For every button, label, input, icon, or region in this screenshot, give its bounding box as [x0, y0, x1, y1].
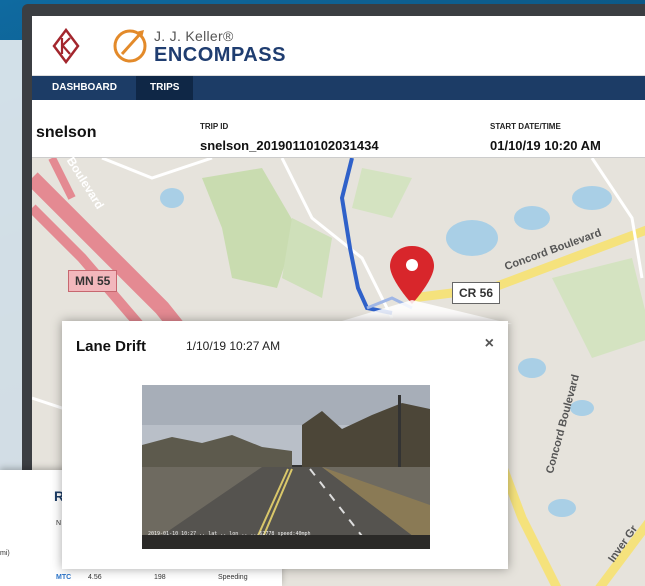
lake: [446, 220, 498, 256]
map-label-mn55: MN 55: [68, 270, 118, 292]
driver-name: snelson: [36, 124, 97, 141]
park-area: [352, 168, 412, 218]
brand-name: ENCOMPASS: [154, 44, 286, 66]
tab-trips[interactable]: TRIPS: [136, 76, 194, 100]
report-card-unit: mi): [0, 550, 10, 557]
lake: [572, 186, 612, 210]
close-icon[interactable]: ×: [485, 335, 494, 353]
keller-logo-icon: [52, 28, 80, 64]
brand-name-small: J. J. Keller®: [154, 28, 234, 44]
start-datetime-value: 01/10/19 10:20 AM: [490, 138, 601, 153]
encompass-logo-icon: [113, 29, 147, 63]
nav-bar: DASHBOARD TRIPS: [32, 76, 645, 100]
report-row-value-a: 4.56: [88, 574, 102, 581]
event-time: 1/10/19 10:27 AM: [186, 339, 281, 353]
start-datetime-label: START DATE/TIME: [490, 122, 561, 131]
report-row-code[interactable]: MTC: [56, 574, 71, 581]
event-title: Lane Drift: [76, 338, 147, 355]
tab-dashboard[interactable]: DASHBOARD: [38, 76, 131, 100]
trip-info-bar: snelson TRIP ID snelson_2019011010203143…: [32, 100, 645, 158]
report-row-value-b: 198: [154, 574, 166, 581]
dashcam-timestamp: 2019-01-10 10:27 .. lat .. lon .. ...627…: [148, 531, 311, 537]
park-area: [552, 258, 645, 358]
report-card-column: N: [56, 520, 62, 527]
trip-id-value: snelson_20190110102031434: [200, 138, 379, 153]
lake: [514, 206, 550, 230]
brand-bar: J. J. Keller® ENCOMPASS: [32, 16, 645, 76]
map-label-cr56: CR 56: [452, 282, 501, 304]
event-popup: Lane Drift 1/10/19 10:27 AM × 2019-01-10…: [62, 321, 508, 569]
dashcam-frame: [142, 385, 430, 549]
report-row-type: Speeding: [218, 574, 248, 581]
park-area: [202, 168, 297, 288]
event-video-thumbnail[interactable]: 2019-01-10 10:27 .. lat .. lon .. ...627…: [142, 385, 430, 549]
lake: [518, 358, 546, 378]
trip-id-label: TRIP ID: [200, 122, 229, 131]
lake: [548, 499, 576, 517]
lake: [160, 188, 184, 208]
